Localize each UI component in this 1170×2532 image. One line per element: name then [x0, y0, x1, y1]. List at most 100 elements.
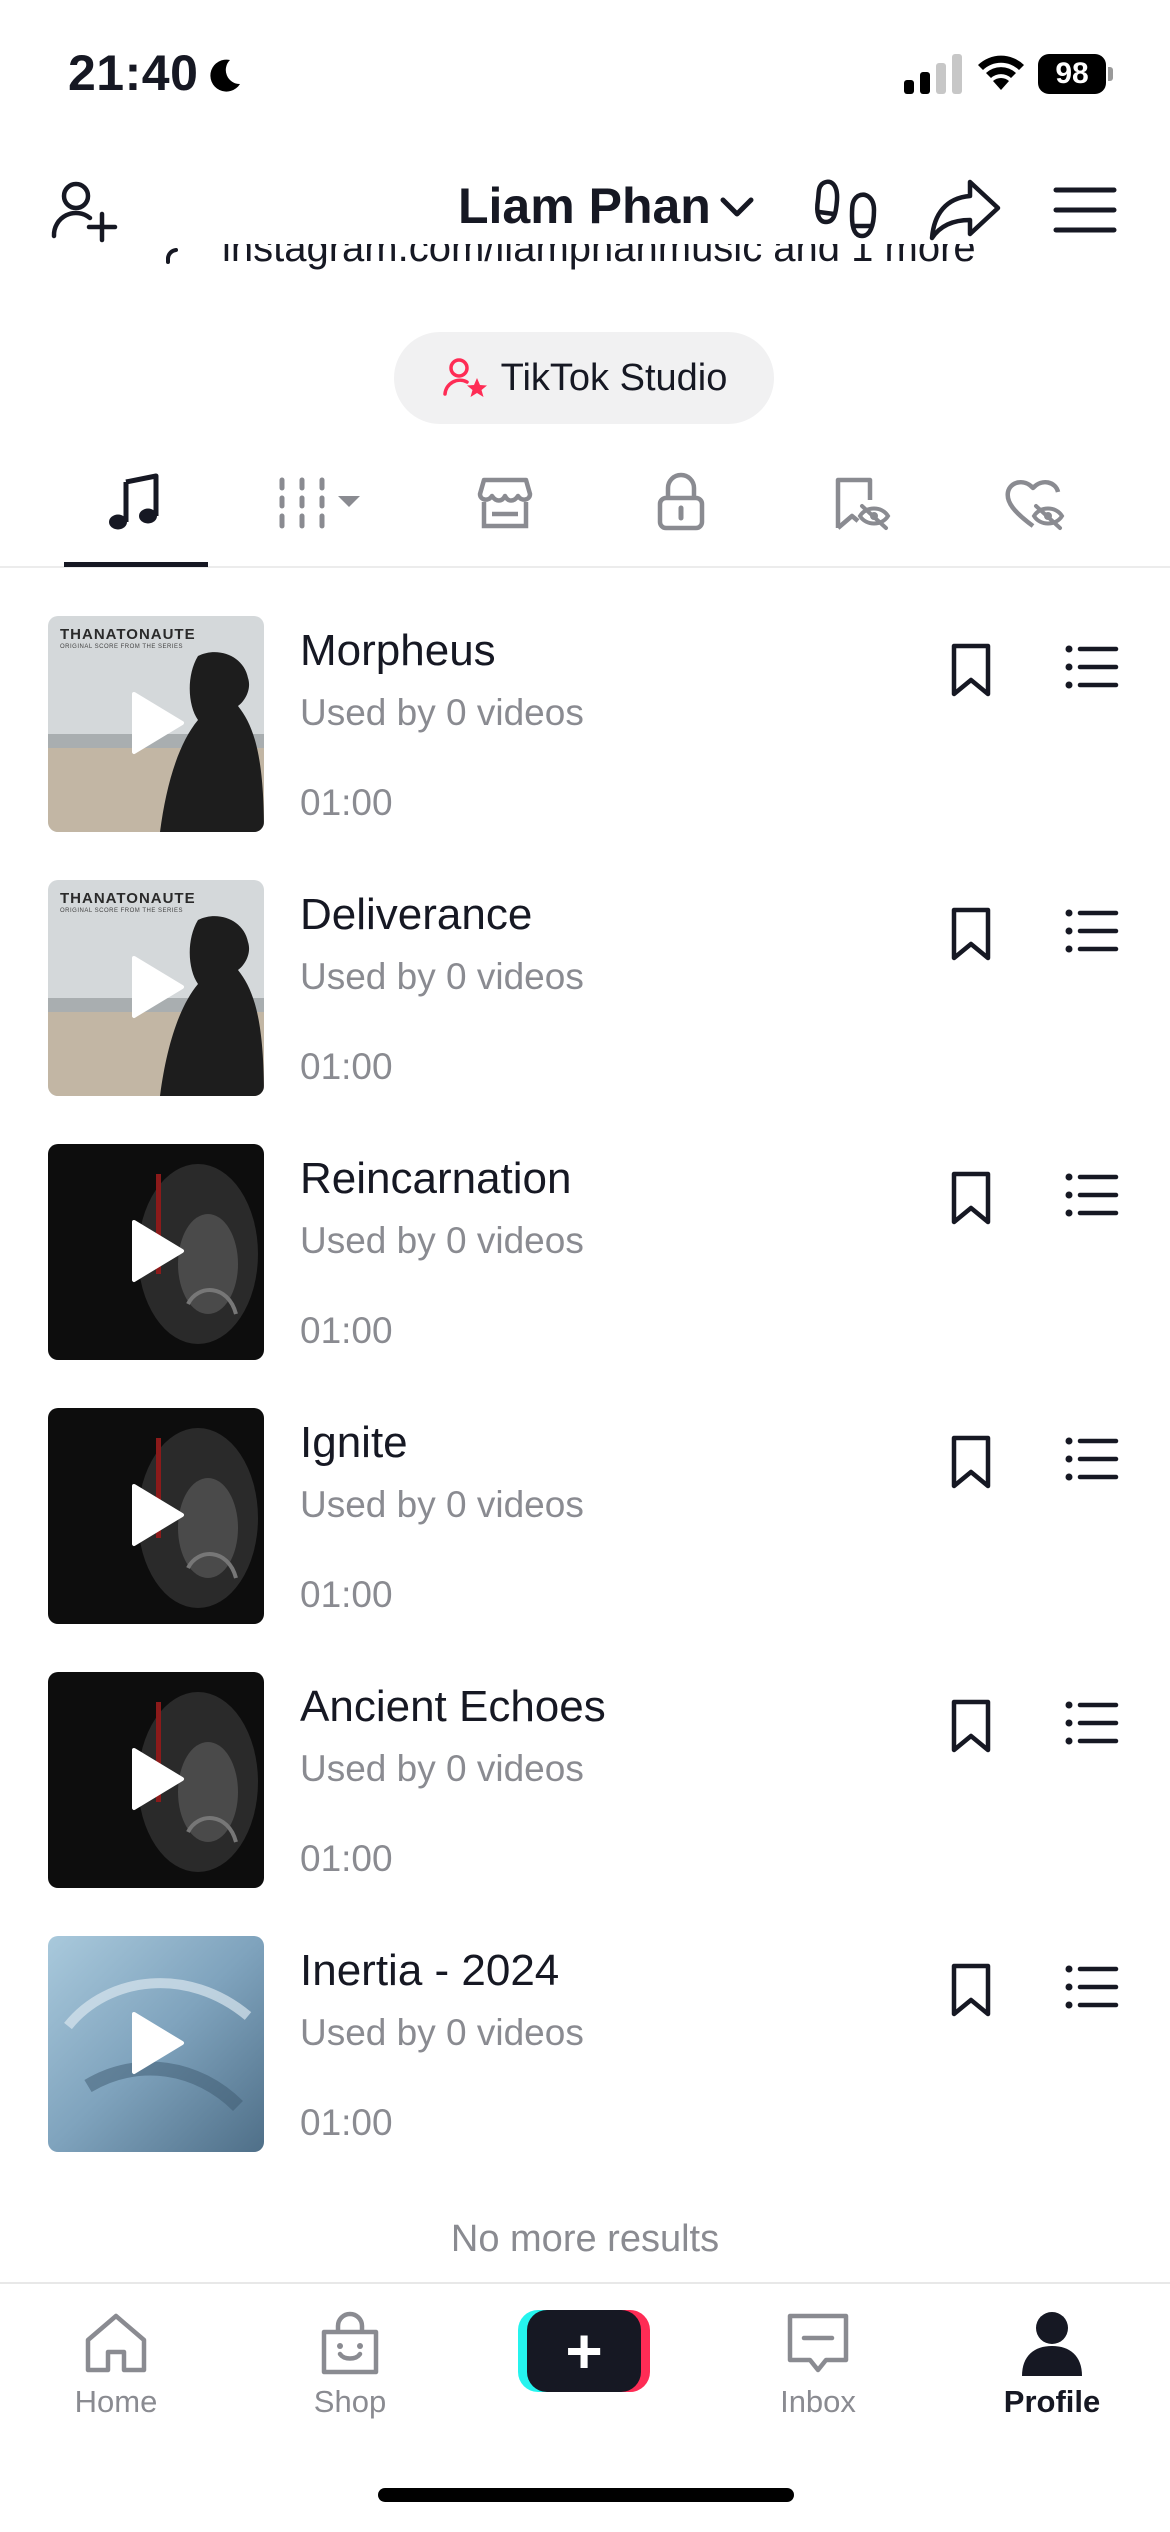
playlist-add-icon[interactable]	[1064, 906, 1120, 956]
track-duration: 01:00	[300, 2102, 393, 2143]
track-item[interactable]: Ancient Echoes Used by 0 videos 01:00	[0, 1654, 1170, 1918]
play-icon	[132, 2012, 184, 2074]
wifi-icon	[978, 55, 1024, 90]
account-switcher[interactable]: Liam Phan	[458, 174, 757, 238]
playlist-add-icon[interactable]	[1064, 642, 1120, 692]
create-button[interactable]: +	[518, 2310, 650, 2392]
bookmark-icon[interactable]	[946, 1170, 996, 1226]
playlist-add-icon[interactable]	[1064, 1962, 1120, 2012]
profile-icon	[1022, 2312, 1082, 2376]
playlist-add-icon[interactable]	[1064, 1170, 1120, 1220]
track-item[interactable]: Inertia - 2024 Used by 0 videos 01:00	[0, 1918, 1170, 2182]
grid-dropdown-icon	[279, 477, 360, 529]
track-usage: Used by 0 videos	[300, 1748, 584, 1789]
tab-shop[interactable]	[472, 470, 538, 536]
track-cover[interactable]: THANATONAUTE ORIGINAL SCORE FROM THE SER…	[48, 616, 264, 832]
tab-music[interactable]	[102, 470, 168, 536]
share-icon[interactable]	[928, 174, 1002, 246]
bookmark-icon[interactable]	[946, 1962, 996, 2018]
track-usage: Used by 0 videos	[300, 1220, 584, 1261]
hidden-heart-icon	[1005, 479, 1065, 530]
bio-link[interactable]: instagram.com/liamphanmusic and 1 more	[0, 240, 1170, 284]
track-item[interactable]: Reincarnation Used by 0 videos 01:00	[0, 1126, 1170, 1390]
tab-liked[interactable]	[1000, 470, 1066, 536]
bookmark-icon[interactable]	[946, 1434, 996, 1490]
nav-shop-label: Shop	[313, 2384, 387, 2419]
cover-subtitle: ORIGINAL SCORE FROM THE SERIES	[60, 908, 184, 914]
nav-profile[interactable]: Profile	[962, 2306, 1142, 2420]
track-title: Ancient Echoes	[300, 1682, 606, 1731]
profile-tabs	[0, 450, 1170, 568]
battery-icon: 98	[1038, 54, 1113, 94]
footprints-icon[interactable]	[810, 174, 882, 246]
track-title: Ignite	[300, 1418, 408, 1467]
tab-private[interactable]	[648, 470, 714, 536]
track-item[interactable]: THANATONAUTE ORIGINAL SCORE FROM THE SER…	[0, 862, 1170, 1126]
track-duration: 01:00	[300, 1046, 393, 1087]
track-usage: Used by 0 videos	[300, 956, 584, 997]
tiktok-studio-button[interactable]: TikTok Studio	[394, 332, 774, 424]
menu-icon[interactable]	[1052, 182, 1118, 238]
playlist-add-icon[interactable]	[1064, 1434, 1120, 1484]
chevron-down-icon	[720, 197, 754, 217]
signal-icon	[904, 54, 962, 94]
cover-title: THANATONAUTE	[60, 626, 196, 643]
track-usage: Used by 0 videos	[300, 692, 584, 733]
nav-inbox[interactable]: Inbox	[728, 2306, 908, 2420]
battery-level: 98	[1038, 54, 1106, 94]
link-icon	[166, 248, 178, 264]
cover-subtitle: ORIGINAL SCORE FROM THE SERIES	[60, 644, 184, 650]
tab-favorites[interactable]	[826, 470, 892, 536]
username: Liam Phan	[458, 178, 711, 234]
shopping-bag-icon	[321, 2311, 379, 2375]
studio-icon	[442, 358, 487, 397]
inbox-icon	[787, 2313, 849, 2373]
playlist-add-icon[interactable]	[1064, 1698, 1120, 1748]
profile-header: Liam Phan	[0, 150, 1170, 244]
track-item[interactable]: THANATONAUTE ORIGINAL SCORE FROM THE SER…	[0, 598, 1170, 862]
nav-inbox-label: Inbox	[780, 2384, 856, 2419]
music-note-icon	[109, 473, 159, 530]
bookmark-icon[interactable]	[946, 906, 996, 962]
play-icon	[132, 1484, 184, 1546]
track-title: Reincarnation	[300, 1154, 572, 1203]
nav-profile-label: Profile	[1003, 2384, 1101, 2419]
track-duration: 01:00	[300, 1574, 393, 1615]
track-item[interactable]: Ignite Used by 0 videos 01:00	[0, 1390, 1170, 1654]
play-icon	[132, 692, 184, 754]
studio-label: TikTok Studio	[500, 356, 728, 399]
track-cover[interactable]	[48, 1672, 264, 1888]
track-usage: Used by 0 videos	[300, 2012, 584, 2053]
track-cover[interactable]: THANATONAUTE ORIGINAL SCORE FROM THE SER…	[48, 880, 264, 1096]
track-cover[interactable]	[48, 1936, 264, 2152]
status-time: 21:40	[68, 45, 199, 101]
home-indicator	[378, 2488, 794, 2502]
lock-icon	[657, 472, 705, 531]
track-duration: 01:00	[300, 1838, 393, 1879]
shop-icon	[477, 477, 533, 529]
nav-home-label: Home	[74, 2384, 158, 2419]
hidden-bookmark-icon	[835, 477, 891, 530]
tab-indicator	[64, 562, 208, 567]
bookmark-icon[interactable]	[946, 642, 996, 698]
track-cover[interactable]	[48, 1408, 264, 1624]
nav-shop[interactable]: Shop	[260, 2306, 440, 2420]
no-more-results: No more results	[450, 2218, 720, 2260]
plus-icon: +	[527, 2310, 641, 2392]
add-user-icon[interactable]	[48, 176, 118, 246]
play-icon	[132, 1220, 184, 1282]
track-usage: Used by 0 videos	[300, 1484, 584, 1525]
track-title: Inertia - 2024	[300, 1946, 560, 1995]
track-title: Morpheus	[300, 626, 496, 675]
moon-icon	[210, 59, 240, 92]
play-icon	[132, 956, 184, 1018]
track-cover[interactable]	[48, 1144, 264, 1360]
nav-home[interactable]: Home	[26, 2306, 206, 2420]
cover-title: THANATONAUTE	[60, 890, 196, 907]
track-title: Deliverance	[300, 890, 533, 939]
track-duration: 01:00	[300, 782, 393, 823]
track-duration: 01:00	[300, 1310, 393, 1351]
bookmark-icon[interactable]	[946, 1698, 996, 1754]
home-icon	[85, 2313, 147, 2373]
tab-playlists[interactable]	[276, 470, 376, 536]
